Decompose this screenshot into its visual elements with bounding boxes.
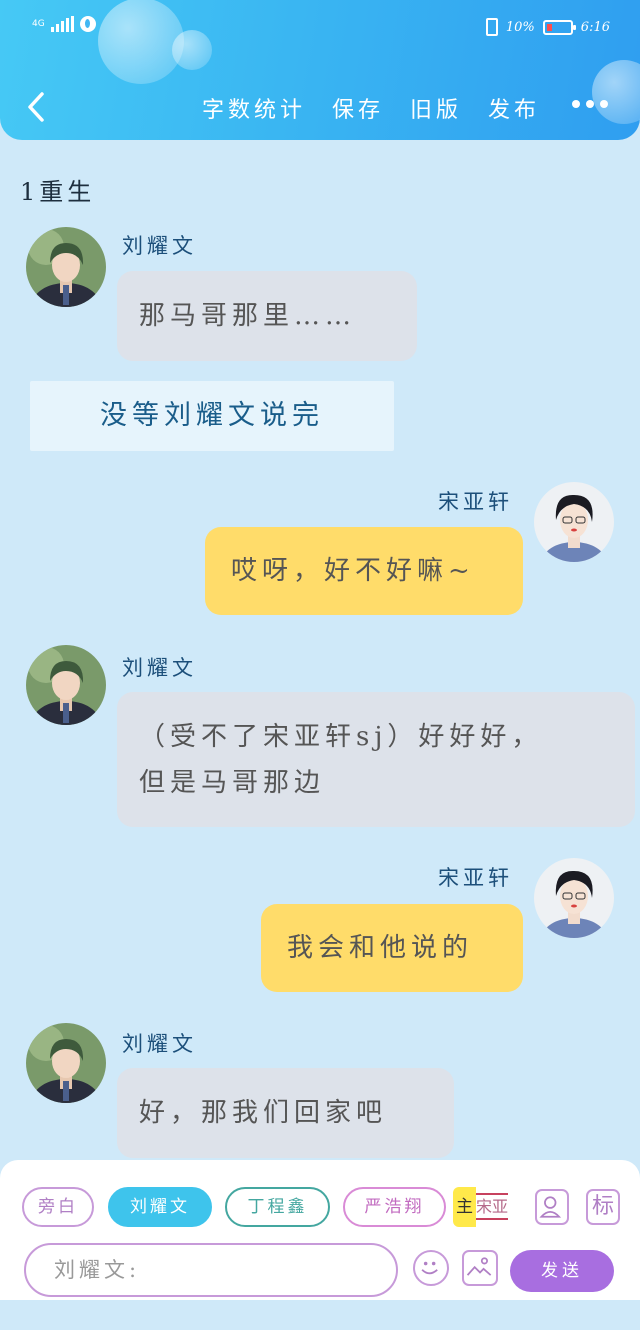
signal-icon [50,16,74,32]
old-version-button[interactable]: 旧版 [410,92,462,124]
avatar-boy-icon [26,1023,106,1103]
more-dot [572,100,580,108]
message-text: （受不了宋亚轩sj）好好好， [139,722,543,752]
more-dot [600,100,608,108]
add-character-button[interactable] [535,1189,569,1225]
narration-text: 没等刘耀文说完 [100,400,324,431]
message-text: 好，那我们回家吧 [139,1098,388,1128]
role-chip-yan-haoxiang[interactable]: 严浩翔 [343,1187,446,1227]
role-chip-main-song-yaxuan[interactable]: 主宋亚 [453,1187,517,1227]
role-chip-narrator[interactable]: 旁白 [22,1187,94,1227]
person-card-icon [539,1196,562,1218]
message-text: 哎呀，好不好嘛~ [231,556,475,586]
message-text: 我会和他说的 [287,933,474,963]
avatar-boy-icon [534,482,614,562]
message-bubble[interactable]: 哎呀，好不好嘛~ [205,527,523,615]
role-chip-ding-chengxin[interactable]: 丁程鑫 [225,1187,330,1227]
avatar-liu-yaowen[interactable] [26,645,106,725]
role-chip-liu-yaowen[interactable]: 刘耀文 [108,1187,212,1227]
status-bar: 4G 10% 6:16 [0,14,640,42]
send-button[interactable]: 发送 [510,1250,614,1292]
image-button[interactable] [462,1250,498,1286]
sender-name: 宋亚轩 [438,866,513,890]
narration-block[interactable]: 没等刘耀文说完 [30,381,394,451]
avatar-liu-yaowen[interactable] [26,1023,106,1103]
composer-panel: 旁白 刘耀文 丁程鑫 严浩翔 主宋亚 标 刘耀文: 发送 [0,1160,640,1300]
bottom-safe-area [0,1300,640,1330]
network-label: 4G [32,18,45,29]
message-bubble[interactable]: 那马哥那里…… [117,271,417,361]
chat-area[interactable]: 1重生 刘耀文 那马哥那里…… 没等刘耀文说完 宋亚轩 哎呀，好不好嘛~ 刘耀文… [0,140,640,1160]
sender-name: 宋亚轩 [438,490,513,514]
word-count-button[interactable]: 字数统计 [202,92,306,124]
smiley-icon [421,1261,438,1275]
vibrate-icon [485,18,498,36]
more-menu-button[interactable] [572,100,608,108]
main-role-name: 宋亚 [476,1193,509,1220]
message-text: 那马哥那里…… [139,301,357,331]
image-icon [466,1257,492,1276]
avatar-song-yaxuan[interactable] [534,858,614,938]
avatar-boy-icon [26,645,106,725]
chevron-left-icon [28,92,44,122]
mark-button[interactable]: 标 [586,1189,620,1225]
avatar-song-yaxuan[interactable] [534,482,614,562]
message-bubble[interactable]: 我会和他说的 [261,904,523,992]
battery-percent: 10% [505,19,535,35]
decor-bubble-large [98,0,184,84]
message-input[interactable]: 刘耀文: [24,1243,398,1297]
chapter-title: 1重生 [20,178,96,206]
top-header: 4G 10% 6:16 字数统计 保存 旧版 发布 [0,0,640,140]
sender-name: 刘耀文 [122,234,197,258]
message-text: 但是马哥那边 [139,768,326,798]
clock-time: 6:16 [580,19,610,35]
emoji-button[interactable] [413,1250,449,1286]
sender-name: 刘耀文 [122,1032,197,1056]
avatar-boy-icon [534,858,614,938]
sender-name: 刘耀文 [122,656,197,680]
message-bubble[interactable]: 好，那我们回家吧 [117,1068,454,1158]
avatar-boy-icon [26,227,106,307]
message-bubble[interactable]: （受不了宋亚轩sj）好好好， 但是马哥那边 [117,692,635,827]
main-role-flag: 主 [453,1187,476,1227]
back-button[interactable] [22,90,52,124]
avatar-liu-yaowen[interactable] [26,227,106,307]
save-button[interactable]: 保存 [332,92,384,124]
nav-row: 字数统计 保存 旧版 发布 [0,84,640,130]
more-dot [586,100,594,108]
globe-icon [79,16,96,32]
publish-button[interactable]: 发布 [488,92,540,124]
battery-icon [542,19,576,35]
